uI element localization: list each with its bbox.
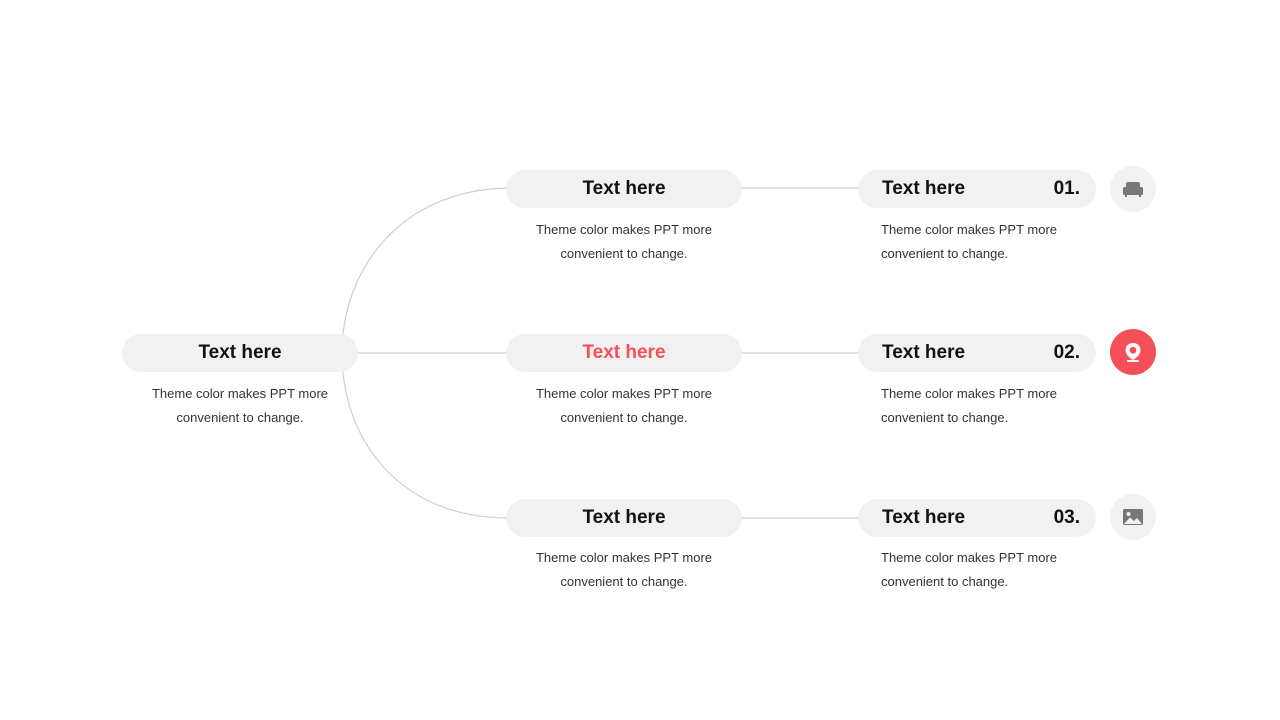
right-node-1: Text here 01. [858, 170, 1096, 208]
middle-node-3: Text here [506, 499, 742, 537]
middle-node-1-description: Theme color makes PPT more convenient to… [506, 218, 742, 266]
root-title: Text here [198, 342, 282, 363]
right-node-1-desc-line-1: Theme color makes PPT more [881, 222, 1058, 237]
right-node-2-desc-line-2: convenient to change. [881, 410, 1009, 425]
middle-node-3-description: Theme color makes PPT more convenient to… [506, 546, 742, 594]
middle-node-1-desc-line-2: convenient to change. [560, 246, 688, 261]
right-node-3: Text here 03. [858, 499, 1096, 537]
middle-node-1-title: Text here [582, 178, 666, 199]
right-node-2-title: Text here [882, 342, 966, 363]
right-node-3-desc-line-1: Theme color makes PPT more [881, 550, 1058, 565]
middle-node-2-title: Text here [582, 342, 666, 363]
right-node-3-title: Text here [882, 507, 966, 528]
middle-node-2: Text here [506, 334, 742, 372]
root-node: Text here [122, 334, 358, 372]
right-node-2-description: Theme color makes PPT more convenient to… [881, 382, 1101, 430]
middle-node-2-desc-line-2: convenient to change. [560, 410, 688, 425]
middle-node-3-desc-line-2: convenient to change. [560, 574, 688, 589]
sofa-icon [1110, 166, 1156, 212]
middle-node-3-title: Text here [582, 507, 666, 528]
right-node-2-number: 02. [1053, 342, 1080, 363]
right-node-3-description: Theme color makes PPT more convenient to… [881, 546, 1101, 594]
root-desc-line-1: Theme color makes PPT more [151, 386, 329, 401]
right-node-3-desc-line-2: convenient to change. [881, 574, 1009, 589]
right-node-2: Text here 02. [858, 334, 1096, 372]
middle-node-1: Text here [506, 170, 742, 208]
location-pin-icon [1110, 329, 1156, 375]
middle-node-2-desc-line-1: Theme color makes PPT more [535, 386, 713, 401]
middle-node-2-description: Theme color makes PPT more convenient to… [506, 382, 742, 430]
middle-node-3-desc-line-1: Theme color makes PPT more [535, 550, 713, 565]
image-icon [1110, 494, 1156, 540]
right-node-3-number: 03. [1053, 507, 1080, 528]
right-node-1-title: Text here [882, 178, 966, 199]
root-desc-line-2: convenient to change. [176, 410, 304, 425]
right-node-1-description: Theme color makes PPT more convenient to… [881, 218, 1101, 266]
right-node-1-desc-line-2: convenient to change. [881, 246, 1009, 261]
middle-node-1-desc-line-1: Theme color makes PPT more [535, 222, 713, 237]
right-node-2-desc-line-1: Theme color makes PPT more [881, 386, 1058, 401]
right-node-1-number: 01. [1053, 178, 1080, 199]
root-description: Theme color makes PPT more convenient to… [122, 382, 358, 430]
